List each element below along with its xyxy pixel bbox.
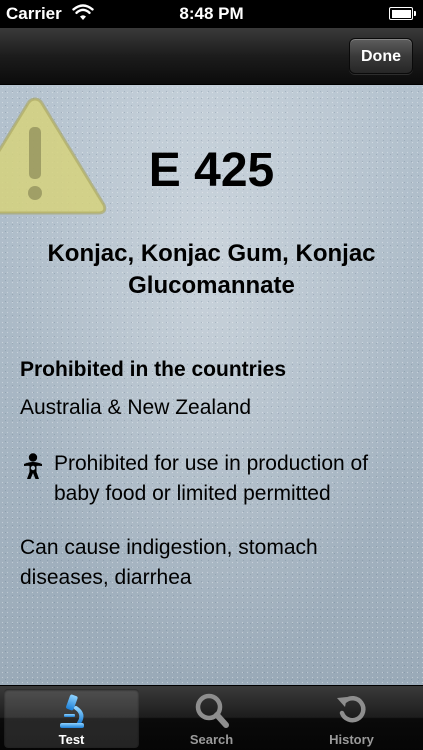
screen: Carrier 8:48 PM Done E 425 Konjac, Konja…	[0, 0, 423, 750]
tab-bar: Test Search History	[0, 685, 423, 750]
prohibited-heading: Prohibited in the countries	[20, 358, 287, 381]
additive-detail: E 425 Konjac, Konjac Gum, Konjac Glucoma…	[0, 85, 423, 685]
microscope-icon	[59, 694, 84, 728]
history-icon	[336, 695, 365, 723]
side-effects: Can cause indigestion, stomach diseases,…	[20, 536, 318, 589]
additive-code: E 425	[148, 144, 275, 197]
tab-test-label: Test	[58, 732, 85, 747]
magnifier-icon	[195, 693, 229, 728]
battery-icon	[389, 7, 416, 20]
battery-fill	[391, 9, 411, 18]
tab-history-label: History	[329, 732, 374, 747]
tab-search-label: Search	[189, 732, 234, 747]
tab-test[interactable]: Test	[4, 689, 139, 748]
tab-history[interactable]: History	[284, 689, 419, 748]
baby-icon	[24, 453, 42, 479]
baby-food-note-text: Prohibited for use in production of baby…	[54, 452, 369, 505]
prohibited-countries: Australia & New Zealand	[20, 396, 252, 419]
baby-food-note: Prohibited for use in production of baby…	[20, 449, 415, 509]
tab-search[interactable]: Search	[144, 689, 279, 748]
clock: 8:48 PM	[179, 4, 244, 23]
additive-names: Konjac, Konjac Gum, Konjac Glucomannate	[47, 240, 376, 299]
status-bar: Carrier 8:48 PM	[0, 0, 423, 28]
navigation-bar: Done	[0, 28, 423, 85]
done-button[interactable]: Done	[349, 38, 413, 74]
